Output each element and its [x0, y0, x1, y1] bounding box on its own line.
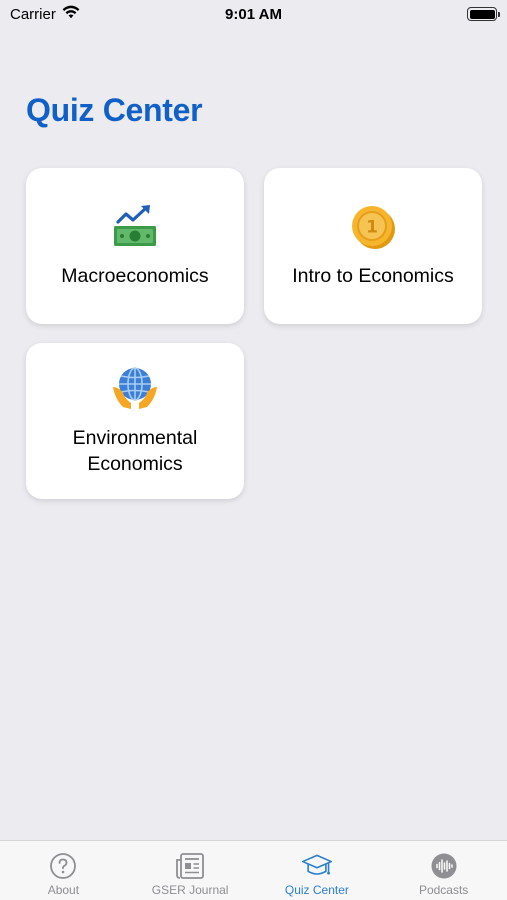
- globe-hands-icon: [111, 365, 159, 413]
- svg-text:1: 1: [366, 218, 378, 238]
- battery-icon: [467, 7, 500, 21]
- newspaper-icon: [174, 851, 206, 881]
- tab-gser-journal[interactable]: GSER Journal: [127, 841, 254, 900]
- money-chart-icon: [111, 203, 159, 251]
- tab-bar: About GSER Journal Quiz Center Podcasts: [0, 840, 507, 900]
- graduation-cap-icon: [301, 851, 333, 881]
- quiz-card-intro-to-economics[interactable]: 1 Intro to Economics: [264, 168, 482, 324]
- status-bar: Carrier 9:01 AM: [0, 0, 507, 28]
- tab-label: Quiz Center: [284, 883, 349, 897]
- page-title: Quiz Center: [26, 92, 203, 128]
- card-label: Macroeconomics: [61, 265, 209, 287]
- tab-label: GSER Journal: [151, 883, 229, 897]
- coin-icon: 1: [349, 203, 397, 251]
- card-label: Environmental Economics: [72, 427, 198, 475]
- tab-podcasts[interactable]: Podcasts: [380, 841, 507, 900]
- carrier-label: Carrier: [10, 5, 56, 23]
- tab-label: About: [47, 883, 80, 897]
- tab-label: Podcasts: [418, 883, 469, 897]
- quiz-card-macroeconomics[interactable]: Macroeconomics: [26, 168, 244, 324]
- waveform-icon: [428, 851, 460, 881]
- question-circle-icon: [47, 851, 79, 881]
- quiz-card-environmental-economics[interactable]: Environmental Economics: [26, 343, 244, 499]
- tab-quiz-center[interactable]: Quiz Center: [254, 841, 381, 900]
- card-label: Intro to Economics: [292, 265, 454, 287]
- tab-about[interactable]: About: [0, 841, 127, 900]
- status-left: Carrier: [10, 5, 80, 23]
- wifi-icon: [62, 5, 80, 23]
